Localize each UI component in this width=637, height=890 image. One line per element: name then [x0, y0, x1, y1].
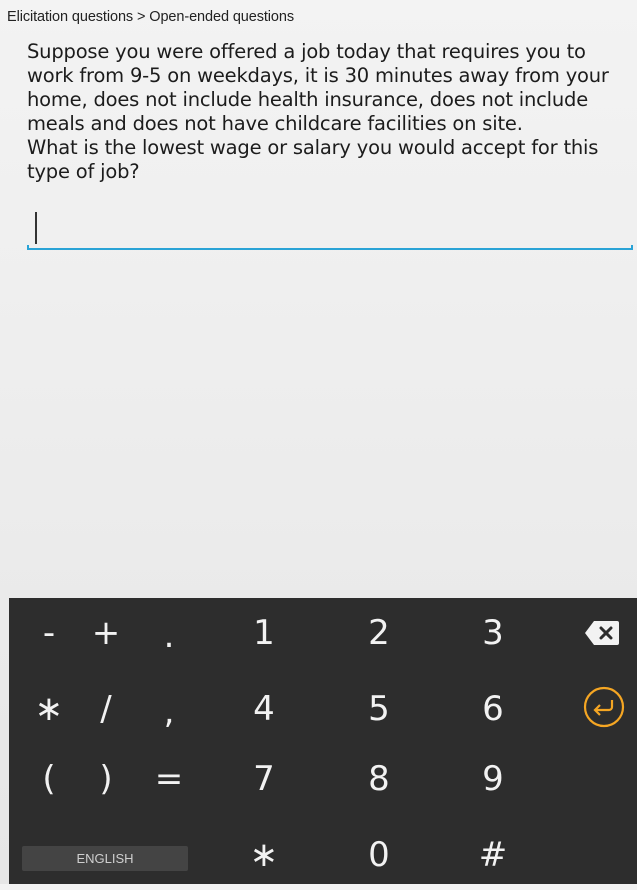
backspace-icon[interactable] [584, 620, 620, 646]
question-paragraph-1: Suppose you were offered a job today tha… [27, 40, 609, 135]
key-6[interactable]: 6 [453, 674, 533, 744]
enter-icon[interactable] [583, 686, 625, 728]
key-equals[interactable]: = [129, 744, 209, 814]
key-star[interactable]: ∗ [224, 820, 304, 890]
answer-field-container[interactable] [27, 208, 633, 250]
question-paragraph-2: What is the lowest wage or salary you wo… [27, 136, 599, 183]
key-7[interactable]: 7 [224, 744, 304, 814]
answer-input[interactable] [27, 208, 631, 248]
key-4[interactable]: 4 [224, 674, 304, 744]
question-text: Suppose you were offered a job today tha… [27, 40, 627, 184]
key-5[interactable]: 5 [339, 674, 419, 744]
key-0[interactable]: 0 [339, 820, 419, 890]
input-underline [27, 245, 633, 250]
language-key[interactable]: ENGLISH [22, 846, 188, 871]
numeric-keyboard: - + . 1 2 3 ∗ / , 4 5 6 ( ) = 7 8 9 ENGL… [9, 598, 637, 884]
text-caret [35, 212, 37, 244]
key-9[interactable]: 9 [453, 744, 533, 814]
key-3[interactable]: 3 [453, 598, 533, 668]
key-period[interactable]: . [129, 601, 209, 671]
key-1[interactable]: 1 [224, 598, 304, 668]
key-8[interactable]: 8 [339, 744, 419, 814]
key-comma[interactable]: , [129, 677, 209, 747]
key-2[interactable]: 2 [339, 598, 419, 668]
key-hash[interactable]: # [453, 820, 533, 890]
breadcrumb: Elicitation questions > Open-ended quest… [7, 9, 295, 25]
